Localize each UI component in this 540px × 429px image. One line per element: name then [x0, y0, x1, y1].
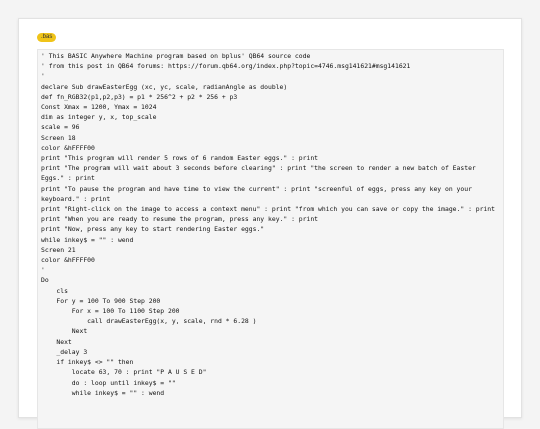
code-line: Screen 21 [41, 245, 76, 254]
code-block[interactable]: ' This BASIC Anywhere Machine program ba… [37, 49, 504, 429]
code-line: ' from this post in QB64 forums: https:/… [41, 62, 411, 71]
code-line: Screen 18 [41, 133, 76, 142]
code-line: Next [41, 337, 72, 346]
code-line: call drawEasterEgg(x, y, scale, rnd * 6.… [41, 317, 257, 326]
code-line: ' [41, 266, 45, 275]
code-line: print "Now, press any key to start rende… [41, 225, 265, 234]
code-line: if inkey$ <> "" then [41, 358, 134, 367]
code-line: print "This program will render 5 rows o… [41, 154, 319, 163]
code-line: print "To pause the program and have tim… [41, 184, 476, 203]
code-line: color &hFFFF00 [41, 256, 95, 265]
code-line: For y = 100 To 900 Step 200 [41, 296, 161, 305]
code-line: Const Xmax = 1200, Ymax = 1024 [41, 103, 157, 112]
file-type-badge: .bas [37, 33, 57, 42]
code-line: For x = 100 To 1100 Step 200 [41, 307, 180, 316]
code-line: dim as integer y, x, top_scale [41, 113, 157, 122]
code-line: print "Right-click on the image to acces… [41, 205, 496, 214]
code-line: Do [41, 276, 49, 285]
code-line: cls [41, 286, 68, 295]
code-line: Next [41, 327, 88, 336]
code-line: locate 63, 70 : print "P A U S E D" [41, 368, 207, 377]
code-line: print "When you are ready to resume the … [41, 215, 319, 224]
code-snippet-card: .bas ' This BASIC Anywhere Machine progr… [18, 18, 522, 429]
code-line: print "The program will wait about 3 sec… [41, 164, 480, 183]
code-line: while inkey$ = "" : wend [41, 388, 165, 397]
code-line: _delay 3 [41, 347, 88, 356]
code-line: ' [41, 72, 45, 81]
code-line: declare Sub drawEasterEgg (xc, yc, scale… [41, 82, 288, 91]
code-line: scale = 96 [41, 123, 80, 132]
code-line: while inkey$ = "" : wend [41, 235, 134, 244]
code-line: do : loop until inkey$ = "" [41, 378, 176, 387]
code-line: ' This BASIC Anywhere Machine program ba… [41, 52, 311, 60]
code-line: def fn_RGB32(p1,p2,p3) = p1 * 256^2 + p2… [41, 92, 238, 101]
code-line: color &hFFFF00 [41, 143, 95, 152]
